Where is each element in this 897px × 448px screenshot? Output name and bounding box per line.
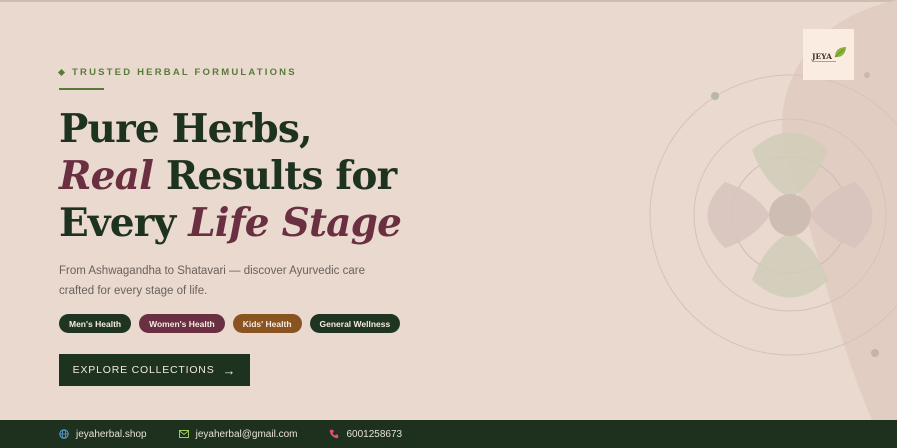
arrow-right-icon: → — [222, 362, 237, 378]
headline-emphasis-life-stage: Life Stage — [188, 200, 402, 246]
tag-mens-health[interactable]: Men's Health — [59, 314, 132, 333]
email-text: jeyaherbal@gmail.com — [195, 428, 298, 440]
phone-text: 6001258673 — [346, 428, 403, 440]
hero-headline: Pure Herbs, Real Results for Every Life … — [59, 106, 402, 247]
headline-line-2-rest: Results for — [153, 153, 397, 199]
footer-website[interactable]: jeyaherbal.shop — [59, 429, 147, 440]
contact-bar: jeyaherbal.shop jeyaherbal@gmail.com 600… — [0, 420, 897, 448]
headline-line-3-start: Every — [59, 200, 189, 246]
cta-label: EXPLORE COLLECTIONS — [72, 364, 215, 376]
tag-womens-health[interactable]: Women's Health — [139, 314, 225, 333]
leaf-logo-icon: JEYA — [811, 46, 846, 62]
eyebrow-text: TRUSTED HERBAL FORMULATIONS — [72, 67, 297, 78]
headline-line-3: Every Life Stage — [59, 200, 402, 247]
headline-line-2: Real Results for — [59, 153, 401, 200]
footer-email[interactable]: jeyaherbal@gmail.com — [178, 428, 298, 440]
headline-line-1: Pure Herbs, — [59, 106, 313, 152]
tag-kids-health[interactable]: Kids' Health — [232, 314, 302, 333]
brand-logo[interactable]: JEYA — [803, 29, 854, 80]
diamond-bullet-icon — [57, 68, 66, 77]
mail-icon — [178, 430, 189, 438]
eyebrow-tagline: TRUSTED HERBAL FORMULATIONS — [57, 67, 297, 78]
eyebrow-underline — [59, 88, 104, 90]
footer-phone[interactable]: 6001258673 — [329, 429, 402, 440]
logo-text: JEYA — [811, 52, 832, 61]
explore-collections-button[interactable]: EXPLORE COLLECTIONS → — [59, 354, 250, 386]
website-text: jeyaherbal.shop — [76, 428, 147, 440]
tag-general-wellness[interactable]: General Wellness — [309, 314, 401, 333]
category-tags: Men's Health Women's Health Kids' Health… — [59, 314, 401, 333]
headline-emphasis-real: Real — [59, 153, 154, 199]
globe-icon — [59, 429, 69, 439]
hero-description: From Ashwagandha to Shatavari — discover… — [59, 265, 365, 297]
phone-icon — [330, 429, 339, 439]
